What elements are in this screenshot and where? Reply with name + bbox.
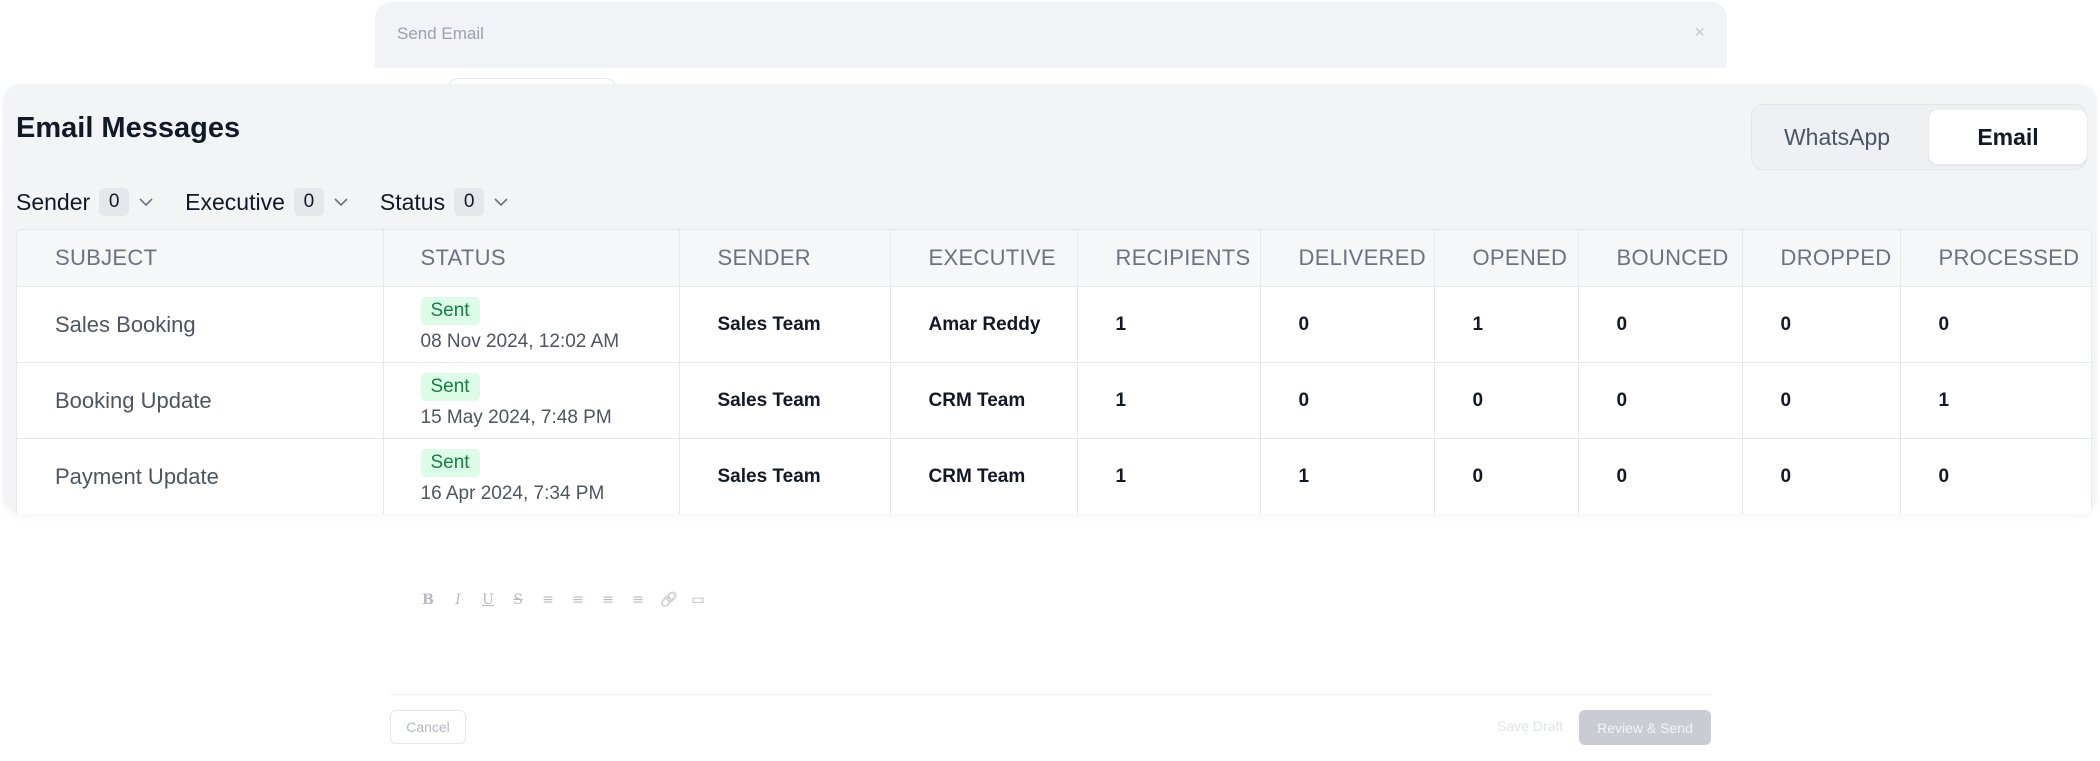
cell-processed: 0 — [1900, 286, 2091, 363]
cell-delivered: 1 — [1260, 438, 1435, 514]
link-icon[interactable]: 🔗 — [660, 592, 677, 608]
filter-label: Executive — [185, 188, 285, 215]
table-row[interactable]: Booking Update Sent 15 May 2024, 7:48 PM… — [17, 362, 2091, 439]
modal-footer-divider — [390, 694, 1712, 695]
cell-recipients: 1 — [1077, 362, 1261, 439]
send-email-modal-title: Send Email — [397, 24, 484, 43]
filter-executive[interactable]: Executive 0 — [185, 188, 350, 216]
cell-status: Sent 16 Apr 2024, 7:34 PM — [383, 438, 680, 514]
cell-dropped: 0 — [1742, 438, 1901, 514]
col-header-subject[interactable]: SUBJECT — [17, 230, 384, 287]
filter-count-badge: 0 — [99, 188, 130, 216]
status-badge: Sent — [420, 448, 480, 477]
cell-dropped: 0 — [1742, 362, 1901, 439]
filter-label: Sender — [16, 188, 91, 215]
col-header-processed[interactable]: PROCESSED — [1900, 230, 2091, 287]
align-left-icon[interactable]: ≡ — [540, 592, 556, 608]
image-icon[interactable]: ▭ — [690, 592, 706, 608]
strikethrough-icon[interactable]: S — [510, 592, 526, 608]
cell-delivered: 0 — [1260, 286, 1435, 363]
cell-processed: 1 — [1900, 362, 2091, 439]
col-header-delivered[interactable]: DELIVERED — [1260, 230, 1435, 287]
col-header-recipients[interactable]: RECIPIENTS — [1077, 230, 1261, 287]
editor-toolbar: B I U S ≡ ≡ ≡ ≡ 🔗 ▭ — [420, 588, 706, 612]
tab-whatsapp[interactable]: WhatsApp — [1758, 110, 1916, 164]
status-timestamp: 16 Apr 2024, 7:34 PM — [420, 482, 605, 504]
cell-sender: Sales Team — [679, 362, 891, 439]
cell-subject: Booking Update — [17, 362, 384, 439]
align-right-icon[interactable]: ≡ — [600, 592, 616, 608]
status-badge: Sent — [420, 372, 480, 401]
table-row[interactable]: Sales Booking Sent 08 Nov 2024, 12:02 AM… — [17, 286, 2091, 363]
cell-bounced: 0 — [1578, 438, 1743, 514]
cell-executive: CRM Team — [890, 362, 1078, 439]
col-header-sender[interactable]: SENDER — [679, 230, 891, 287]
cell-bounced: 0 — [1578, 286, 1743, 363]
send-email-modal-header: Send Email × — [375, 2, 1727, 68]
status-badge: Sent — [420, 296, 480, 325]
italic-icon[interactable]: I — [450, 592, 466, 608]
chevron-down-icon — [334, 198, 348, 207]
status-timestamp: 15 May 2024, 7:48 PM — [420, 406, 612, 428]
cell-recipients: 1 — [1077, 438, 1261, 514]
page-title: Email Messages — [16, 112, 241, 144]
cell-status: Sent 08 Nov 2024, 12:02 AM — [383, 286, 680, 363]
align-justify-icon[interactable]: ≡ — [630, 592, 646, 608]
filter-label: Status — [379, 188, 446, 215]
col-header-dropped[interactable]: DROPPED — [1742, 230, 1901, 287]
cell-recipients: 1 — [1077, 286, 1261, 363]
bold-icon[interactable]: B — [420, 592, 436, 608]
email-messages-panel: Email Messages WhatsApp Email Sender 0 E… — [3, 84, 2097, 514]
col-header-bounced[interactable]: BOUNCED — [1578, 230, 1743, 287]
filter-status[interactable]: Status 0 — [380, 188, 510, 216]
underline-icon[interactable]: U — [480, 592, 496, 608]
cancel-button[interactable]: Cancel — [390, 710, 466, 744]
filter-count-badge: 0 — [454, 188, 485, 216]
cell-processed: 0 — [1900, 438, 2091, 514]
table-header-row: SUBJECT STATUS SENDER EXECUTIVE RECIPIEN… — [17, 230, 2091, 287]
save-draft-button[interactable]: Save Draft — [1497, 718, 1563, 734]
cell-executive: Amar Reddy — [890, 286, 1078, 363]
status-timestamp: 08 Nov 2024, 12:02 AM — [420, 330, 620, 352]
cell-bounced: 0 — [1578, 362, 1743, 439]
cell-sender: Sales Team — [679, 286, 891, 363]
col-header-opened[interactable]: OPENED — [1434, 230, 1579, 287]
cell-sender: Sales Team — [679, 438, 891, 514]
cell-status: Sent 15 May 2024, 7:48 PM — [383, 362, 680, 439]
filter-bar: Sender 0 Executive 0 Status 0 — [16, 182, 540, 222]
review-send-button[interactable]: Review & Send — [1579, 710, 1711, 745]
email-messages-table: SUBJECT STATUS SENDER EXECUTIVE RECIPIEN… — [16, 229, 2092, 514]
tab-email[interactable]: Email — [1929, 110, 2087, 164]
filter-sender[interactable]: Sender 0 — [16, 188, 155, 216]
table-row[interactable]: Payment Update Sent 16 Apr 2024, 7:34 PM… — [17, 438, 2091, 514]
align-center-icon[interactable]: ≡ — [570, 592, 586, 608]
cell-dropped: 0 — [1742, 286, 1901, 363]
cell-subject: Sales Booking — [17, 286, 384, 363]
close-icon[interactable]: × — [1694, 22, 1705, 43]
filter-count-badge: 0 — [293, 188, 324, 216]
cell-opened: 1 — [1434, 286, 1579, 363]
col-header-executive[interactable]: EXECUTIVE — [890, 230, 1078, 287]
cell-subject: Payment Update — [17, 438, 384, 514]
chevron-down-icon — [494, 198, 508, 207]
cell-executive: CRM Team — [890, 438, 1078, 514]
cell-delivered: 0 — [1260, 362, 1435, 439]
cell-opened: 0 — [1434, 438, 1579, 514]
col-header-status[interactable]: STATUS — [383, 230, 680, 287]
chevron-down-icon — [139, 198, 153, 207]
cell-opened: 0 — [1434, 362, 1579, 439]
channel-toggle: WhatsApp Email — [1751, 104, 2087, 170]
